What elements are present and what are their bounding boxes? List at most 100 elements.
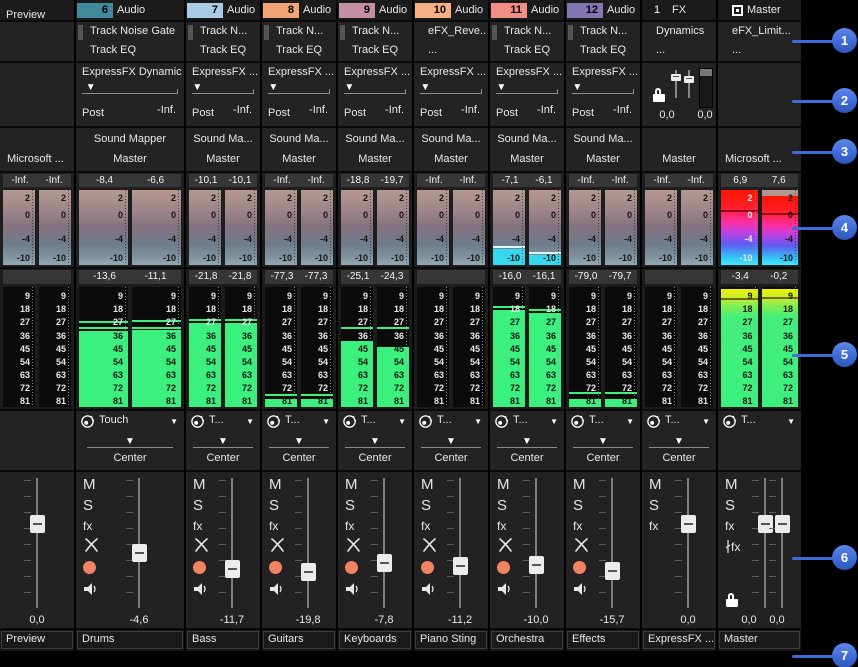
output-bus[interactable]: Master (338, 153, 412, 165)
mute-button[interactable]: M (573, 476, 586, 493)
channel-name-field[interactable]: Orchestra (491, 631, 563, 649)
fx-chain-item[interactable]: Track EQ (90, 44, 136, 56)
send-fx-name[interactable]: ExpressFX ... (344, 66, 410, 78)
pan-slider-handle[interactable]: ▼ (674, 437, 684, 447)
channel-header[interactable]: 1FX (642, 0, 716, 22)
send-tap-mode[interactable]: Post (82, 107, 104, 119)
mute-button[interactable]: M (345, 476, 358, 493)
fx-button[interactable]: fx (83, 519, 92, 533)
send-tap-mode[interactable]: Post (344, 107, 366, 119)
pan-slider-handle[interactable]: ▼ (522, 437, 532, 447)
channel-header[interactable]: 12Audio (566, 0, 640, 22)
fader-audio6[interactable] (124, 476, 154, 610)
record-arm-button[interactable] (573, 561, 586, 574)
pan-slider-handle[interactable]: ▼ (125, 437, 135, 447)
fx-chain-item[interactable]: Dynamics (656, 25, 704, 37)
send-level-slider[interactable] (344, 93, 406, 94)
chevron-down-icon[interactable]: ▼ (246, 417, 254, 426)
bus-mini-fader-handle[interactable] (671, 74, 681, 81)
send-slider-handle[interactable]: ▼ (86, 83, 96, 93)
solo-button[interactable]: S (193, 497, 203, 514)
channel-header[interactable]: Preview (0, 0, 74, 22)
pan-automation-selector[interactable]: T...▼ (342, 414, 408, 430)
output-bus[interactable]: Master (566, 153, 640, 165)
channel-header[interactable]: Master (718, 0, 801, 22)
fader-fxbus[interactable] (673, 476, 703, 610)
speaker-icon[interactable] (345, 583, 360, 595)
speaker-icon[interactable] (83, 583, 98, 595)
output-device[interactable]: Sound Ma... (414, 133, 488, 145)
fader-audio7[interactable] (217, 476, 247, 610)
output-bus[interactable]: Master (642, 153, 716, 165)
fx-chain-scrollbar[interactable] (78, 25, 83, 40)
fader-audio12[interactable] (597, 476, 627, 610)
pan-slider[interactable] (193, 447, 252, 448)
pan-slider-handle[interactable]: ▼ (218, 437, 228, 447)
mute-button[interactable]: M (269, 476, 282, 493)
send-tap-mode[interactable]: Post (192, 107, 214, 119)
pan-automation-selector[interactable]: T...▼ (646, 414, 712, 430)
send-level-slider[interactable] (268, 93, 330, 94)
output-device[interactable]: Sound Ma... (338, 133, 412, 145)
fx-chain-item[interactable]: Track EQ (504, 44, 550, 56)
fx-chain-item[interactable]: eFX_Limit... (732, 25, 791, 37)
send-fx-name[interactable]: ExpressFX ... (192, 66, 258, 78)
output-bus[interactable]: Master (262, 153, 336, 165)
fader-audio9[interactable] (369, 476, 399, 610)
output-device[interactable]: Sound Ma... (566, 133, 640, 145)
fx-chain-item[interactable]: Track N... (200, 25, 247, 37)
send-fx-name[interactable]: ExpressFX ... (420, 66, 486, 78)
channel-name-field[interactable]: Keyboards (339, 631, 411, 649)
send-level-slider[interactable] (192, 93, 254, 94)
fader-handle[interactable] (301, 563, 316, 581)
send-slider-handle[interactable]: ▼ (268, 83, 278, 93)
output-bus[interactable]: Master (414, 153, 488, 165)
speaker-icon[interactable] (573, 583, 588, 595)
fx-button[interactable]: fx (573, 519, 582, 533)
fader-handle[interactable] (225, 560, 240, 578)
solo-button[interactable]: S (725, 497, 735, 514)
phase-invert-button[interactable] (345, 538, 362, 552)
pan-slider[interactable] (421, 447, 480, 448)
chevron-down-icon[interactable]: ▼ (626, 417, 634, 426)
pan-slider[interactable] (269, 447, 328, 448)
output-bus[interactable]: Microsoft ... (0, 153, 74, 165)
phase-invert-button[interactable] (421, 538, 438, 552)
pan-automation-selector[interactable]: T...▼ (418, 414, 484, 430)
fx-button[interactable]: fx (649, 519, 658, 533)
pan-automation-selector[interactable]: T...▼ (570, 414, 636, 430)
fx-chain-item[interactable]: Track N... (276, 25, 323, 37)
bus-mini-fader-handle[interactable] (684, 76, 694, 83)
record-arm-button[interactable] (421, 561, 434, 574)
channel-header[interactable]: 6Audio (76, 0, 184, 22)
fx-button[interactable]: fx (497, 519, 506, 533)
fx-chain-item[interactable]: Track EQ (580, 44, 626, 56)
phase-invert-button[interactable] (83, 538, 100, 552)
pan-slider[interactable] (87, 447, 173, 448)
pan-slider[interactable] (497, 447, 556, 448)
speaker-icon[interactable] (421, 583, 436, 595)
fx-chain-scrollbar[interactable] (188, 25, 193, 40)
chevron-down-icon[interactable]: ▼ (170, 417, 178, 426)
fader-handle[interactable] (132, 544, 147, 562)
mute-button[interactable]: M (83, 476, 96, 493)
solo-button[interactable]: S (83, 497, 93, 514)
bypass-fx-button[interactable]: fx (725, 540, 740, 554)
solo-button[interactable]: S (649, 497, 659, 514)
pan-automation-selector[interactable]: T...▼ (722, 414, 797, 430)
fx-chain-scrollbar[interactable] (340, 25, 345, 40)
channel-header[interactable]: 7Audio (186, 0, 260, 22)
fx-chain-item[interactable]: Track N... (580, 25, 627, 37)
send-tap-mode[interactable]: Post (496, 107, 518, 119)
send-fx-name[interactable]: ExpressFX ... (496, 66, 562, 78)
channel-header[interactable]: 9Audio (338, 0, 412, 22)
phase-invert-button[interactable] (269, 538, 286, 552)
fx-button[interactable]: fx (269, 519, 278, 533)
fader-handle[interactable] (453, 557, 468, 575)
fx-chain-item[interactable]: ... (732, 44, 741, 56)
mute-button[interactable]: M (649, 476, 662, 493)
channel-name-field[interactable]: Piano Sting (415, 631, 487, 649)
send-slider-handle[interactable]: ▼ (420, 83, 430, 93)
send-fx-name[interactable]: ExpressFX ... (268, 66, 334, 78)
send-tap-mode[interactable]: Post (420, 107, 442, 119)
